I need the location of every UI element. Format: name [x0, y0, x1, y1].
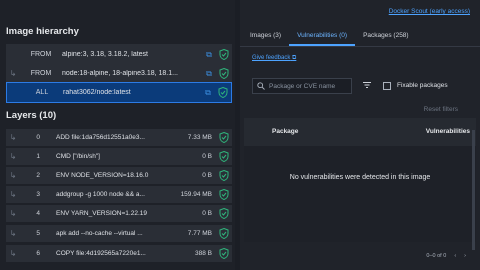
branch-icon: ↳	[9, 133, 17, 142]
shield-check-icon	[216, 149, 232, 165]
next-page-icon[interactable]: ›	[464, 253, 466, 259]
branch-icon: ↳	[9, 249, 17, 258]
search-icon	[257, 82, 265, 90]
layer-index: 4	[36, 210, 40, 217]
tab-bar: Images (3) Vulnerabilities (0) Packages …	[242, 28, 417, 46]
left-panel: Image hierarchy FROM alpine:3, 3.18, 3.1…	[0, 0, 235, 270]
fixable-checkbox[interactable]	[383, 82, 391, 90]
layer-command: ENV YARN_VERSION=1.22.19	[56, 210, 147, 217]
fixable-label: Fixable packages	[397, 82, 448, 89]
layer-size: 0 B	[202, 172, 212, 179]
shield-check-icon	[216, 66, 232, 82]
branch-icon: ↳	[9, 209, 17, 218]
layers-title: Layers (10)	[6, 110, 57, 121]
filter-icon[interactable]	[362, 80, 372, 90]
hierarchy-tag: ALL	[35, 89, 49, 96]
hierarchy-image-name: node:18-alpine, 18-alpine3.18, 18.1...	[62, 70, 178, 77]
shield-check-icon	[216, 130, 232, 146]
column-vulnerabilities[interactable]: Vulnerabilities	[426, 128, 470, 135]
branch-icon: ↳	[9, 229, 17, 238]
layer-row[interactable]: ↳ 6 COPY file:4d192565a7220e1... 388 B	[6, 245, 232, 262]
layer-size: 0 B	[202, 210, 212, 217]
tab-divider	[240, 46, 480, 47]
layer-row[interactable]: ↳ 2 ENV NODE_VERSION=18.16.0 0 B	[6, 167, 232, 184]
hierarchy-row-alpine[interactable]: FROM alpine:3, 3.18, 3.18.2, latest ⧉	[6, 44, 232, 65]
empty-state-message: No vulnerabilities were detected in this…	[289, 174, 431, 181]
search-placeholder: Package or CVE name	[269, 82, 336, 90]
hierarchy-image-name: alpine:3, 3.18, 3.18.2, latest	[62, 51, 149, 58]
column-package[interactable]: Package	[272, 128, 298, 135]
hierarchy-row-selected[interactable]: ALL rahat3062/node:latest ⧉	[6, 82, 232, 103]
shield-check-icon	[216, 187, 232, 203]
prev-page-icon[interactable]: ‹	[454, 253, 456, 259]
tab-images[interactable]: Images (3)	[242, 28, 289, 46]
layer-row[interactable]: ↳ 1 CMD ["/bin/sh"] 0 B	[6, 148, 232, 165]
pagination-range: 0–0 of 0	[426, 253, 447, 259]
layer-command: apk add --no-cache --virtual ...	[56, 230, 143, 237]
shield-check-icon	[216, 206, 232, 222]
branch-icon: ↳	[9, 190, 17, 199]
layer-command: ADD file:1da756d12551a0e3...	[56, 134, 145, 141]
layer-row[interactable]: ↳ 5 apk add --no-cache --virtual ... 7.7…	[6, 225, 232, 242]
layer-index: 1	[36, 153, 40, 160]
layer-index: 2	[36, 172, 40, 179]
layer-size: 0 B	[202, 153, 212, 160]
layer-index: 5	[36, 230, 40, 237]
layer-command: addgroup -g 1000 node && a...	[56, 191, 145, 198]
layer-command: COPY file:4d192565a7220e1...	[56, 250, 146, 257]
shield-check-icon	[216, 246, 232, 262]
layer-command: CMD ["/bin/sh"]	[56, 153, 100, 160]
hierarchy-tag: FROM	[30, 51, 52, 58]
layer-index: 3	[36, 191, 40, 198]
hierarchy-tag: FROM	[30, 70, 52, 77]
give-feedback-label: Give feedback	[252, 55, 291, 61]
shield-check-icon	[215, 85, 231, 101]
layer-size: 7.77 MB	[187, 230, 212, 237]
branch-icon: ↳	[9, 69, 17, 78]
docker-scout-link[interactable]: Docker Scout (early access)	[389, 8, 470, 15]
reset-filters-button[interactable]: Reset filters	[424, 106, 458, 113]
layer-index: 6	[36, 250, 40, 257]
layer-row[interactable]: ↳ 4 ENV YARN_VERSION=1.22.19 0 B	[6, 205, 232, 222]
give-feedback-link[interactable]: Give feedback ⧉	[252, 55, 296, 62]
branch-icon: ↳	[9, 171, 17, 180]
tab-vulnerabilities[interactable]: Vulnerabilities (0)	[289, 28, 356, 46]
table-header: Package Vulnerabilities	[244, 118, 476, 146]
layer-size: 388 B	[195, 250, 212, 257]
pagination: 0–0 of 0 ‹ ›	[426, 253, 466, 259]
right-panel: Docker Scout (early access) Images (3) V…	[240, 0, 480, 270]
tab-packages[interactable]: Packages (258)	[355, 28, 417, 46]
layer-row[interactable]: ↳ 3 addgroup -g 1000 node && a... 159.94…	[6, 186, 232, 203]
layer-row[interactable]: ↳ 0 ADD file:1da756d12551a0e3... 7.33 MB	[6, 129, 232, 146]
hierarchy-image-name: rahat3062/node:latest	[63, 89, 131, 96]
open-external-icon[interactable]: ⧉	[202, 69, 216, 79]
open-external-icon[interactable]: ⧉	[201, 88, 215, 98]
layer-size: 159.94 MB	[180, 191, 212, 198]
open-external-icon[interactable]: ⧉	[202, 50, 216, 60]
hierarchy-row-node[interactable]: ↳ FROM node:18-alpine, 18-alpine3.18, 18…	[6, 63, 232, 84]
shield-check-icon	[216, 226, 232, 242]
shield-check-icon	[216, 168, 232, 184]
hierarchy-title: Image hierarchy	[6, 26, 79, 37]
search-input[interactable]: Package or CVE name	[252, 78, 352, 94]
branch-icon: ↳	[9, 152, 17, 161]
layer-index: 0	[36, 134, 40, 141]
table-body: No vulnerabilities were detected in this…	[244, 146, 476, 242]
layer-command: ENV NODE_VERSION=18.16.0	[56, 172, 149, 179]
external-link-icon: ⧉	[292, 55, 297, 61]
shield-check-icon	[216, 47, 232, 63]
scrollbar[interactable]	[472, 130, 475, 250]
layer-size: 7.33 MB	[187, 134, 212, 141]
